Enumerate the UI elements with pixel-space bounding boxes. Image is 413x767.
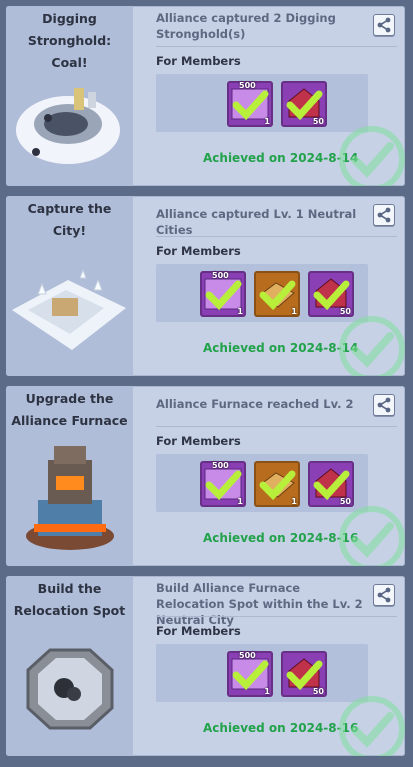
divider [156, 426, 397, 427]
reward-count: 1 [291, 497, 297, 506]
share-button[interactable] [373, 394, 395, 416]
achievement-card: Build the Relocation Spot Build Alliance… [6, 576, 405, 756]
reward-count: 1 [264, 687, 270, 696]
achievement-card: Digging Stronghold: Coal! Alliance captu… [6, 6, 405, 186]
members-label: For Members [156, 244, 241, 258]
achievement-title: Upgrade the Alliance Furnace [11, 391, 128, 428]
achievement-title: Build the Relocation Spot [13, 581, 126, 618]
divider [156, 236, 397, 237]
achievement-description: Alliance captured 2 Digging Stronghold(s… [156, 11, 336, 41]
check-circle-icon [339, 696, 405, 756]
achievement-image-panel: Capture the City! [6, 196, 133, 376]
reward-top-count: 500 [239, 81, 256, 90]
reward-item[interactable]: 1 [254, 461, 300, 507]
achievement-title: Capture the City! [27, 201, 112, 238]
reward-item[interactable]: 50 [308, 271, 354, 317]
achievement-card: Capture the City! Alliance captured Lv. … [6, 196, 405, 376]
reward-item[interactable]: 500 1 [227, 651, 273, 697]
share-icon [377, 587, 391, 603]
check-circle-icon [339, 316, 405, 376]
members-label: For Members [156, 434, 241, 448]
divider [156, 616, 397, 617]
reward-item[interactable]: 500 1 [200, 271, 246, 317]
achievement-list: Digging Stronghold: Coal! Alliance captu… [0, 0, 413, 767]
furnace-art [26, 446, 114, 550]
share-icon [377, 397, 391, 413]
reward-count: 1 [237, 307, 243, 316]
reward-count: 1 [237, 497, 243, 506]
share-button[interactable] [373, 14, 395, 36]
reward-item[interactable]: 50 [308, 461, 354, 507]
share-button[interactable] [373, 204, 395, 226]
reward-count: 1 [291, 307, 297, 316]
share-icon [377, 207, 391, 223]
reward-count: 50 [312, 687, 324, 696]
reward-item[interactable]: 500 1 [200, 461, 246, 507]
reward-item[interactable]: 1 [254, 271, 300, 317]
snow-city-art [12, 268, 126, 350]
check-circle-icon [339, 126, 405, 186]
reward-top-count: 500 [212, 271, 229, 280]
relocation-spot-art [26, 648, 114, 730]
achievement-image-panel: Upgrade the Alliance Furnace [6, 386, 133, 566]
members-label: For Members [156, 54, 241, 68]
reward-item[interactable]: 50 [281, 651, 327, 697]
share-button[interactable] [373, 584, 395, 606]
achievement-description: Alliance Furnace reached Lv. 2 [156, 397, 354, 411]
coal-stronghold-art [16, 88, 120, 164]
members-label: For Members [156, 624, 241, 638]
reward-count: 50 [312, 117, 324, 126]
reward-top-count: 500 [212, 461, 229, 470]
achievement-card: Upgrade the Alliance Furnace Alliance Fu… [6, 386, 405, 566]
reward-item[interactable]: 50 [281, 81, 327, 127]
reward-count: 1 [264, 117, 270, 126]
achievement-image-panel: Digging Stronghold: Coal! [6, 6, 133, 186]
reward-top-count: 500 [239, 651, 256, 660]
achievement-description: Alliance captured Lv. 1 Neutral Cities [156, 207, 357, 237]
divider [156, 46, 397, 47]
reward-item[interactable]: 500 1 [227, 81, 273, 127]
share-icon [377, 17, 391, 33]
check-circle-icon [339, 506, 405, 566]
achievement-description: Build Alliance Furnace Relocation Spot w… [156, 581, 363, 627]
achievement-image-panel: Build the Relocation Spot [6, 576, 133, 756]
